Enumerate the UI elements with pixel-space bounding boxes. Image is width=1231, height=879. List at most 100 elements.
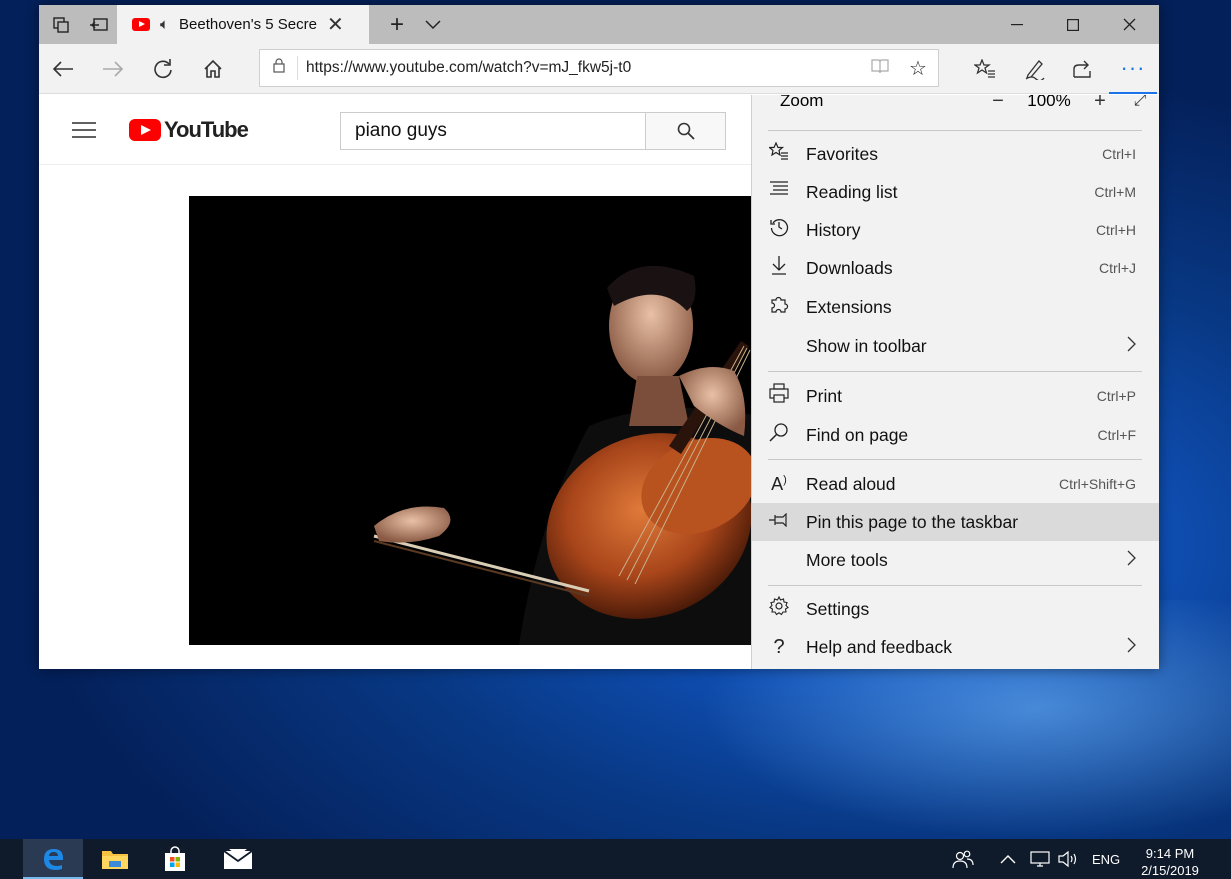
refresh-button[interactable] [139, 44, 187, 94]
menu-item-more-tools[interactable]: More tools [752, 541, 1159, 579]
chevron-down-icon [425, 19, 441, 29]
edge-icon [44, 849, 63, 870]
taskbar-file-explorer[interactable] [85, 839, 145, 879]
web-note-button[interactable] [1011, 44, 1059, 94]
menu-item-find-on-page[interactable]: Find on page Ctrl+F [752, 416, 1159, 454]
plus-icon: + [389, 10, 404, 38]
menu-divider [768, 459, 1142, 460]
menu-item-downloads[interactable]: Downloads Ctrl+J [752, 249, 1159, 287]
menu-item-print[interactable]: Print Ctrl+P [752, 377, 1159, 415]
favorites-icon [752, 141, 806, 166]
tab-active[interactable]: 🔈︎ Beethoven's 5 Secre ✕ [117, 5, 369, 44]
more-dots-icon: ··· [1120, 55, 1146, 80]
tab-title: Beethoven's 5 Secre [179, 16, 317, 33]
extensions-icon [752, 294, 806, 320]
browser-window: 🔈︎ Beethoven's 5 Secre ✕ + https://www.y… [39, 5, 1159, 669]
pin-icon [752, 511, 806, 533]
fullscreen-button[interactable]: ⤢ [1120, 95, 1159, 110]
menu-item-settings[interactable]: Settings [752, 590, 1159, 628]
zoom-in-button[interactable]: + [1080, 95, 1120, 113]
zoom-value: 100% [1027, 95, 1071, 110]
page-content: YouTube piano guys [39, 95, 751, 669]
taskbar-edge[interactable] [23, 839, 83, 879]
speaker-icon[interactable]: 🔈︎ [160, 16, 169, 33]
navigation-bar: https://www.youtube.com/watch?v=mJ_fkw5j… [39, 44, 1159, 94]
taskbar-mail[interactable] [208, 839, 268, 879]
taskbar-store[interactable] [145, 839, 205, 879]
show-aside-tabs-button[interactable] [81, 5, 117, 44]
mail-icon [223, 849, 253, 869]
menu-item-reading-list[interactable]: Reading list Ctrl+M [752, 173, 1159, 211]
show-hidden-icons-chevron-up-icon[interactable] [1000, 839, 1016, 879]
read-aloud-icon: A) [771, 473, 787, 494]
close-tab-icon[interactable]: ✕ [327, 12, 344, 37]
menu-divider [768, 585, 1142, 586]
taskbar-clock[interactable]: 9:14 PM 2/15/2019 [1128, 845, 1212, 879]
zoom-out-button[interactable]: − [978, 95, 1018, 113]
url-text[interactable]: https://www.youtube.com/watch?v=mJ_fkw5j… [306, 59, 862, 77]
youtube-play-icon [129, 119, 161, 141]
clock-date: 2/15/2019 [1141, 863, 1199, 878]
taskbar: ENG 9:14 PM 2/15/2019 [0, 839, 1231, 879]
add-favorite-star-icon[interactable]: ☆ [898, 56, 938, 81]
people-icon[interactable] [952, 839, 974, 879]
minimize-button[interactable] [989, 5, 1045, 44]
tabs-aside-icon [53, 16, 69, 33]
home-button[interactable] [189, 44, 237, 94]
menu-item-favorites[interactable]: Favorites Ctrl+I [752, 135, 1159, 173]
search-button[interactable] [646, 112, 726, 150]
home-icon [204, 59, 222, 78]
settings-and-more-button[interactable]: ··· [1109, 44, 1157, 94]
video-player[interactable] [189, 196, 751, 645]
hamburger-menu-icon[interactable] [72, 122, 96, 138]
favorites-list-icon [974, 59, 995, 78]
maximize-button[interactable] [1045, 5, 1101, 44]
back-arrow-icon [52, 61, 73, 77]
store-icon [165, 846, 185, 871]
input-language[interactable]: ENG [1092, 839, 1120, 879]
pen-icon [1025, 60, 1045, 80]
search-icon [677, 122, 695, 140]
settings-menu: Zoom − 100% + ⤢ Favorites Ctrl+I Reading… [751, 95, 1159, 669]
forward-button[interactable] [89, 44, 137, 94]
lock-icon[interactable] [260, 56, 298, 80]
folder-icon [102, 851, 128, 869]
share-icon [1073, 60, 1091, 78]
menu-item-history[interactable]: History Ctrl+H [752, 211, 1159, 249]
address-bar[interactable]: https://www.youtube.com/watch?v=mJ_fkw5j… [259, 49, 939, 87]
reading-view-icon[interactable] [862, 58, 898, 79]
menu-item-pin-to-taskbar[interactable]: Pin this page to the taskbar [752, 503, 1159, 541]
close-icon [1123, 18, 1135, 31]
menu-item-extensions[interactable]: Extensions [752, 288, 1159, 326]
youtube-logo[interactable]: YouTube [129, 117, 249, 143]
print-icon [752, 383, 806, 409]
refresh-icon [154, 59, 172, 79]
maximize-icon [1067, 18, 1079, 31]
forward-arrow-icon [103, 61, 124, 77]
youtube-favicon-icon [132, 18, 150, 31]
menu-item-read-aloud[interactable]: A) Read aloud Ctrl+Shift+G [752, 465, 1159, 503]
tab-list-button[interactable] [415, 5, 451, 44]
menu-item-show-in-toolbar[interactable]: Show in toolbar [752, 327, 1159, 365]
video-frame-cellist [373, 265, 751, 645]
zoom-label: Zoom [780, 95, 824, 110]
chevron-right-icon [1127, 335, 1136, 358]
network-icon[interactable] [1029, 839, 1051, 879]
back-button[interactable] [39, 44, 87, 94]
zoom-row: Zoom − 100% + ⤢ [752, 95, 1159, 119]
set-aside-tabs-button[interactable] [43, 5, 79, 44]
youtube-logo-text: YouTube [164, 117, 249, 142]
menu-item-help-and-feedback[interactable]: ? Help and feedback [752, 628, 1159, 666]
reading-list-icon [752, 181, 806, 203]
share-button[interactable] [1059, 44, 1107, 94]
title-bar: 🔈︎ Beethoven's 5 Secre ✕ + [39, 5, 1159, 44]
search-input[interactable]: piano guys [340, 112, 646, 150]
chevron-right-icon [1127, 549, 1136, 572]
favorites-hub-button[interactable] [961, 44, 1009, 94]
youtube-header: YouTube piano guys [39, 95, 751, 165]
volume-icon[interactable] [1057, 839, 1079, 879]
help-icon: ? [773, 635, 785, 658]
close-window-button[interactable] [1101, 5, 1157, 44]
menu-divider [768, 130, 1142, 131]
new-tab-button[interactable]: + [379, 5, 415, 44]
